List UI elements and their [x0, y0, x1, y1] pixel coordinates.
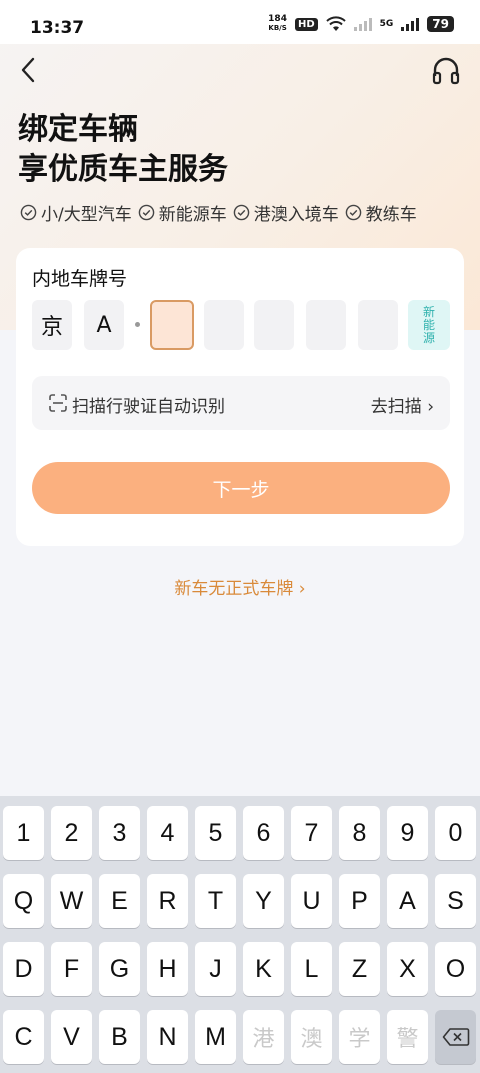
- key-w[interactable]: W: [51, 874, 92, 928]
- network-speed: 184 KB/S: [268, 15, 287, 33]
- key-d[interactable]: D: [3, 942, 44, 996]
- tag-item: 新能源车: [138, 200, 227, 225]
- plate-cell-new-energy[interactable]: 新能源: [408, 300, 450, 350]
- tag-label: 教练车: [365, 205, 417, 225]
- plate-cell[interactable]: [358, 300, 398, 350]
- scan-label: 扫描行驶证自动识别: [72, 397, 225, 417]
- tag-label: 新能源车: [158, 205, 227, 225]
- tag-label: 小/大型汽车: [41, 205, 132, 225]
- key-f[interactable]: F: [51, 942, 92, 996]
- key-s[interactable]: S: [435, 874, 476, 928]
- chevron-right-icon: ›: [427, 397, 434, 417]
- backspace-key[interactable]: [435, 1010, 476, 1064]
- check-circle-icon: [138, 204, 155, 221]
- key-5[interactable]: 5: [195, 806, 236, 860]
- plate-cell[interactable]: [254, 300, 294, 350]
- hd-icon: HD: [294, 17, 318, 31]
- status-icons: 184 KB/S HD 5G 79: [268, 15, 454, 33]
- tag-item: 教练车: [345, 200, 417, 225]
- plate-cell-active[interactable]: [150, 300, 194, 350]
- network-speed-unit: KB/S: [268, 24, 287, 32]
- key-7[interactable]: 7: [291, 806, 332, 860]
- page-title-line2: 享优质车主服务: [18, 152, 228, 187]
- headset-icon[interactable]: [430, 54, 462, 86]
- key-x[interactable]: X: [387, 942, 428, 996]
- key-jing-disabled[interactable]: 警: [387, 1010, 428, 1064]
- check-circle-icon: [233, 204, 250, 221]
- key-g[interactable]: G: [99, 942, 140, 996]
- chevron-right-icon: ›: [298, 579, 306, 599]
- backspace-icon: [442, 1028, 469, 1046]
- scan-action-label: 去扫描: [370, 397, 422, 417]
- scan-license-row[interactable]: 扫描行驶证自动识别 去扫描 ›: [32, 376, 450, 430]
- key-j[interactable]: J: [195, 942, 236, 996]
- status-bar: 13:37 184 KB/S HD 5G 79: [0, 0, 480, 44]
- key-3[interactable]: 3: [99, 806, 140, 860]
- key-2[interactable]: 2: [51, 806, 92, 860]
- key-gang-disabled[interactable]: 港: [243, 1010, 284, 1064]
- key-b[interactable]: B: [99, 1010, 140, 1064]
- new-car-link-label: 新车无正式车牌: [174, 579, 294, 599]
- tag-label: 港澳入境车: [253, 205, 339, 225]
- new-car-link[interactable]: 新车无正式车牌 ›: [0, 574, 480, 599]
- plate-input[interactable]: 京 A 新能源: [32, 300, 450, 350]
- signal-icon-sim2: [353, 17, 372, 31]
- battery-icon: 79: [427, 16, 454, 32]
- plate-cell-letter[interactable]: A: [84, 300, 124, 350]
- key-k[interactable]: K: [243, 942, 284, 996]
- page-title: 绑定车辆 享优质车主服务: [18, 110, 228, 190]
- plate-cell[interactable]: [306, 300, 346, 350]
- key-v[interactable]: V: [51, 1010, 92, 1064]
- key-6[interactable]: 6: [243, 806, 284, 860]
- key-u[interactable]: U: [291, 874, 332, 928]
- key-n[interactable]: N: [147, 1010, 188, 1064]
- key-8[interactable]: 8: [339, 806, 380, 860]
- key-q[interactable]: Q: [3, 874, 44, 928]
- status-time: 13:37: [30, 18, 85, 38]
- check-circle-icon: [345, 204, 362, 221]
- check-circle-icon: [20, 204, 37, 221]
- vehicle-type-tags: 小/大型汽车 新能源车 港澳入境车 教练车: [20, 200, 417, 225]
- key-ao-disabled[interactable]: 澳: [291, 1010, 332, 1064]
- network-speed-value: 184: [268, 14, 287, 24]
- wifi-icon: [325, 16, 346, 31]
- tag-item: 小/大型汽车: [20, 200, 132, 225]
- key-xue-disabled[interactable]: 学: [339, 1010, 380, 1064]
- key-l[interactable]: L: [291, 942, 332, 996]
- key-t[interactable]: T: [195, 874, 236, 928]
- key-e[interactable]: E: [99, 874, 140, 928]
- plate-label: 内地车牌号: [32, 268, 128, 290]
- plate-separator-dot: [135, 322, 140, 327]
- signal-icon: [401, 17, 420, 31]
- back-icon[interactable]: [14, 54, 44, 86]
- key-r[interactable]: R: [147, 874, 188, 928]
- key-1[interactable]: 1: [3, 806, 44, 860]
- key-9[interactable]: 9: [387, 806, 428, 860]
- page-title-line1: 绑定车辆: [18, 112, 138, 147]
- next-button[interactable]: 下一步: [32, 462, 450, 514]
- scan-icon: [49, 394, 67, 412]
- key-c[interactable]: C: [3, 1010, 44, 1064]
- key-h[interactable]: H: [147, 942, 188, 996]
- key-z[interactable]: Z: [339, 942, 380, 996]
- plate-keyboard: 1 2 3 4 5 6 7 8 9 0 Q W E R T Y U P A S …: [0, 796, 480, 1073]
- plate-cell[interactable]: [204, 300, 244, 350]
- key-a[interactable]: A: [387, 874, 428, 928]
- key-m[interactable]: M: [195, 1010, 236, 1064]
- key-4[interactable]: 4: [147, 806, 188, 860]
- key-p[interactable]: P: [339, 874, 380, 928]
- network-type: 5G: [379, 19, 394, 29]
- scan-action[interactable]: 去扫描 ›: [371, 392, 434, 417]
- key-0[interactable]: 0: [435, 806, 476, 860]
- plate-cell-province[interactable]: 京: [32, 300, 72, 350]
- key-o[interactable]: O: [435, 942, 476, 996]
- tag-item: 港澳入境车: [233, 200, 339, 225]
- key-y[interactable]: Y: [243, 874, 284, 928]
- plate-card: 内地车牌号 京 A 新能源 扫描行驶证自动识别 去扫描 › 下一步: [16, 248, 464, 546]
